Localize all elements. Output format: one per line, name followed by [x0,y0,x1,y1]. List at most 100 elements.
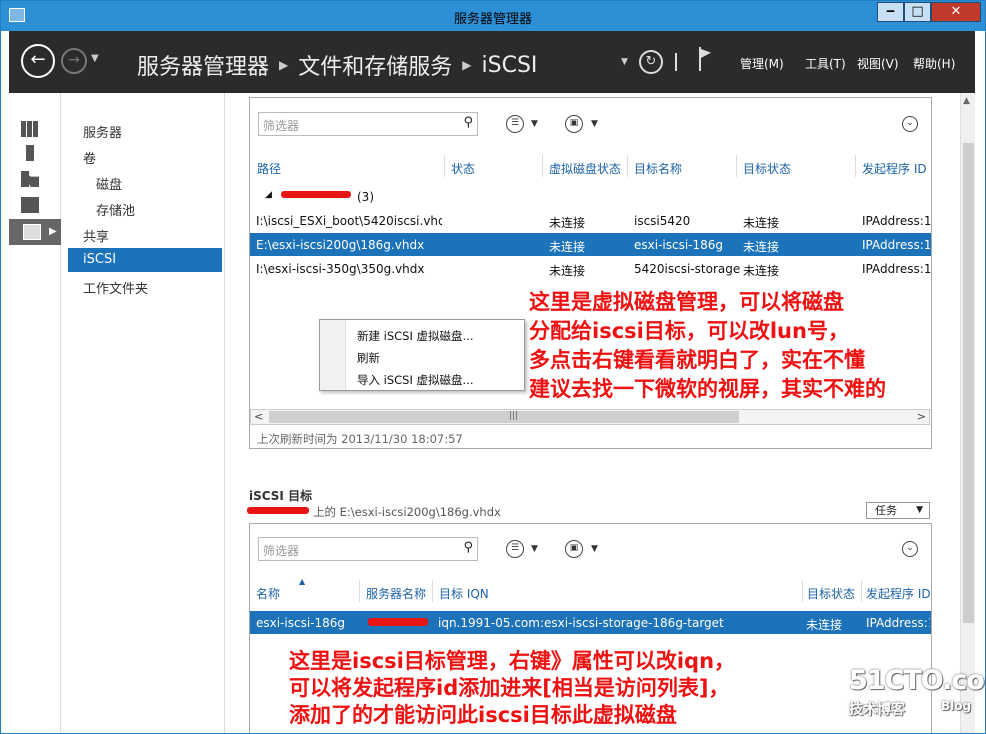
save-query-chevron-down-icon[interactable]: ▼ [591,544,598,554]
list-options-icon[interactable]: ☰ [506,115,524,133]
watermark-brand: 51CTO.com [849,665,985,696]
filter-placeholder: 筛选器 [263,119,300,133]
disks-filter-input[interactable]: 筛选器 ⚲ [258,112,478,136]
col-header-target-name[interactable]: 目标名称 [634,160,682,177]
iscsi-targets-title: iSCSI 目标 [249,489,313,503]
save-query-icon[interactable]: ▣ [565,540,583,558]
ctx-import-virtual-disk[interactable]: 导入 iSCSI 虚拟磁盘... [357,372,474,388]
col-header-initiator-id[interactable]: 发起程序 ID [866,585,930,602]
minimize-button[interactable]: ‒ [877,2,904,22]
back-arrow-icon[interactable]: ← [21,44,55,78]
group-collapse-icon[interactable]: ◢ [265,190,272,200]
ctx-refresh[interactable]: 刷新 [357,350,380,366]
tasks-dropdown[interactable]: 任务 ▼ [866,502,930,519]
col-separator [432,580,433,602]
left-icon-strip: ▶ [9,93,61,733]
col-header-disk-status[interactable]: 虚拟磁盘状态 [549,160,621,177]
notification-flag-icon[interactable] [697,47,715,73]
save-query-chevron-down-icon[interactable]: ▼ [591,119,598,129]
row0-path[interactable]: I:\iscsi_ESXi_boot\5420iscsi.vhdx [256,214,442,228]
annotation-top-line1: 这里是虚拟磁盘管理，可以将磁盘 [529,290,844,314]
targets-filter-input[interactable]: 筛选器 ⚲ [258,537,478,561]
title-bar: 服务器管理器 ‒ □ ✕ [1,1,985,31]
group-count: (3) [357,190,374,204]
all-servers-icon[interactable] [21,171,39,187]
search-icon[interactable]: ⚲ [463,115,473,130]
scroll-up-icon[interactable]: ▲ [963,96,970,106]
save-query-icon[interactable]: ▣ [565,115,583,133]
row0-target: iscsi5420 [634,214,691,228]
breadcrumb-chevron-down-icon[interactable]: ▼ [621,57,628,67]
target-row0-iqn: iqn.1991-05.com:esxi-iscsi-storage-186g-… [438,616,724,630]
file-storage-services-icon[interactable] [23,224,41,240]
sidebar-item-servers[interactable]: 服务器 [83,122,122,141]
close-button[interactable]: ✕ [931,2,981,22]
refresh-icon[interactable]: ↻ [639,50,663,74]
target-row0-name[interactable]: esxi-iscsi-186g [256,616,345,630]
row0-initiator: IPAddress:19 [862,214,930,228]
menu-view[interactable]: 视图(V) [857,55,899,72]
breadcrumb-item-server-manager[interactable]: 服务器管理器 [137,49,269,81]
col-header-target-status[interactable]: 目标状态 [807,585,855,602]
file-server-icon[interactable] [21,197,39,213]
sidebar-item-shares[interactable]: 共享 [83,226,109,245]
main-content: 筛选器 ⚲ ☰ ▼ ▣ ▼ ⌄ 路径 状态 虚拟磁盘状态 目标名称 目标状态 发… [225,93,975,733]
col-header-target-status[interactable]: 目标状态 [743,160,791,177]
sidebar: 服务器 卷 磁盘 存储池 共享 iSCSI 工作文件夹 [63,93,225,733]
col-header-server-name[interactable]: 服务器名称 [366,585,426,602]
col-separator [736,155,737,177]
sidebar-item-work-folders[interactable]: 工作文件夹 [83,278,148,297]
list-options-icon[interactable]: ☰ [506,540,524,558]
row1-disk-status: 未连接 [549,240,586,254]
maximize-button[interactable]: □ [904,2,931,22]
col-header-name[interactable]: 名称 [256,585,280,602]
breadcrumb-item-iscsi[interactable]: iSCSI [482,53,538,78]
breadcrumb-item-file-storage[interactable]: 文件和存储服务 [298,49,452,81]
context-menu: 新建 iSCSI 虚拟磁盘... 刷新 导入 iSCSI 虚拟磁盘... [319,319,525,391]
filter-placeholder: 筛选器 [263,544,300,558]
row2-target-status: 未连接 [743,264,780,278]
list-options-chevron-down-icon[interactable]: ▼ [531,544,538,554]
sidebar-item-disks[interactable]: 磁盘 [96,174,122,193]
collapse-icon[interactable]: ⌄ [902,116,918,132]
sidebar-item-volumes[interactable]: 卷 [83,148,96,167]
search-icon[interactable]: ⚲ [463,540,473,555]
col-header-initiator-id[interactable]: 发起程序 ID [862,160,927,177]
vertical-scrollbar[interactable]: ▲ [960,93,975,733]
col-separator [802,580,803,602]
row0-target-status: 未连接 [743,216,780,230]
forward-arrow-icon[interactable]: → [61,48,87,74]
row1-target-status: 未连接 [743,240,780,254]
collapse-icon[interactable]: ⌄ [902,541,918,557]
row2-path[interactable]: I:\esxi-iscsi-350g\350g.vhdx [256,262,442,276]
scroll-thumb[interactable]: ||| [269,411,739,423]
col-separator [861,580,862,602]
menu-help[interactable]: 帮助(H) [913,55,955,72]
list-options-chevron-down-icon[interactable]: ▼ [531,119,538,129]
col-header-status[interactable]: 状态 [451,160,475,177]
redacted-server-name [281,191,351,198]
local-server-icon[interactable] [26,145,34,161]
scroll-thumb[interactable] [963,143,974,623]
row1-target: esxi-iscsi-186g [634,238,724,252]
ctx-new-virtual-disk[interactable]: 新建 iSCSI 虚拟磁盘... [357,328,474,344]
col-header-path[interactable]: 路径 [257,160,281,177]
row1-path[interactable]: E:\esxi-iscsi200g\186g.vhdx [256,238,442,252]
header-divider [675,53,677,71]
row0-disk-status: 未连接 [549,216,586,230]
annotation-bottom-line3: 添加了的才能访问此iscsi目标此虚拟磁盘 [289,703,677,727]
server-manager-window: 服务器管理器 ‒ □ ✕ ← → ▼ 服务器管理器 ▶ 文件和存储服务 ▶ iSCSI … [0,0,986,734]
menu-tools[interactable]: 工具(T) [805,55,846,72]
dashboard-icon[interactable] [21,121,39,137]
menu-manage[interactable]: 管理(M) [740,55,784,72]
col-header-target-iqn[interactable]: 目标 IQN [439,585,489,602]
scroll-right-icon[interactable]: > [917,410,926,423]
last-refresh-status: 上次刷新时间为 2013/11/30 18:07:57 [257,432,463,446]
nav-history-chevron-down-icon[interactable]: ▼ [91,53,99,64]
sidebar-item-iscsi[interactable]: iSCSI [83,252,116,267]
row2-target: 5420iscsi-storage [634,262,741,276]
horizontal-scrollbar[interactable]: < ||| > [250,409,930,425]
expand-arrow-icon[interactable]: ▶ [49,226,57,237]
sidebar-item-storage-pools[interactable]: 存储池 [96,200,135,219]
scroll-left-icon[interactable]: < [254,410,263,423]
